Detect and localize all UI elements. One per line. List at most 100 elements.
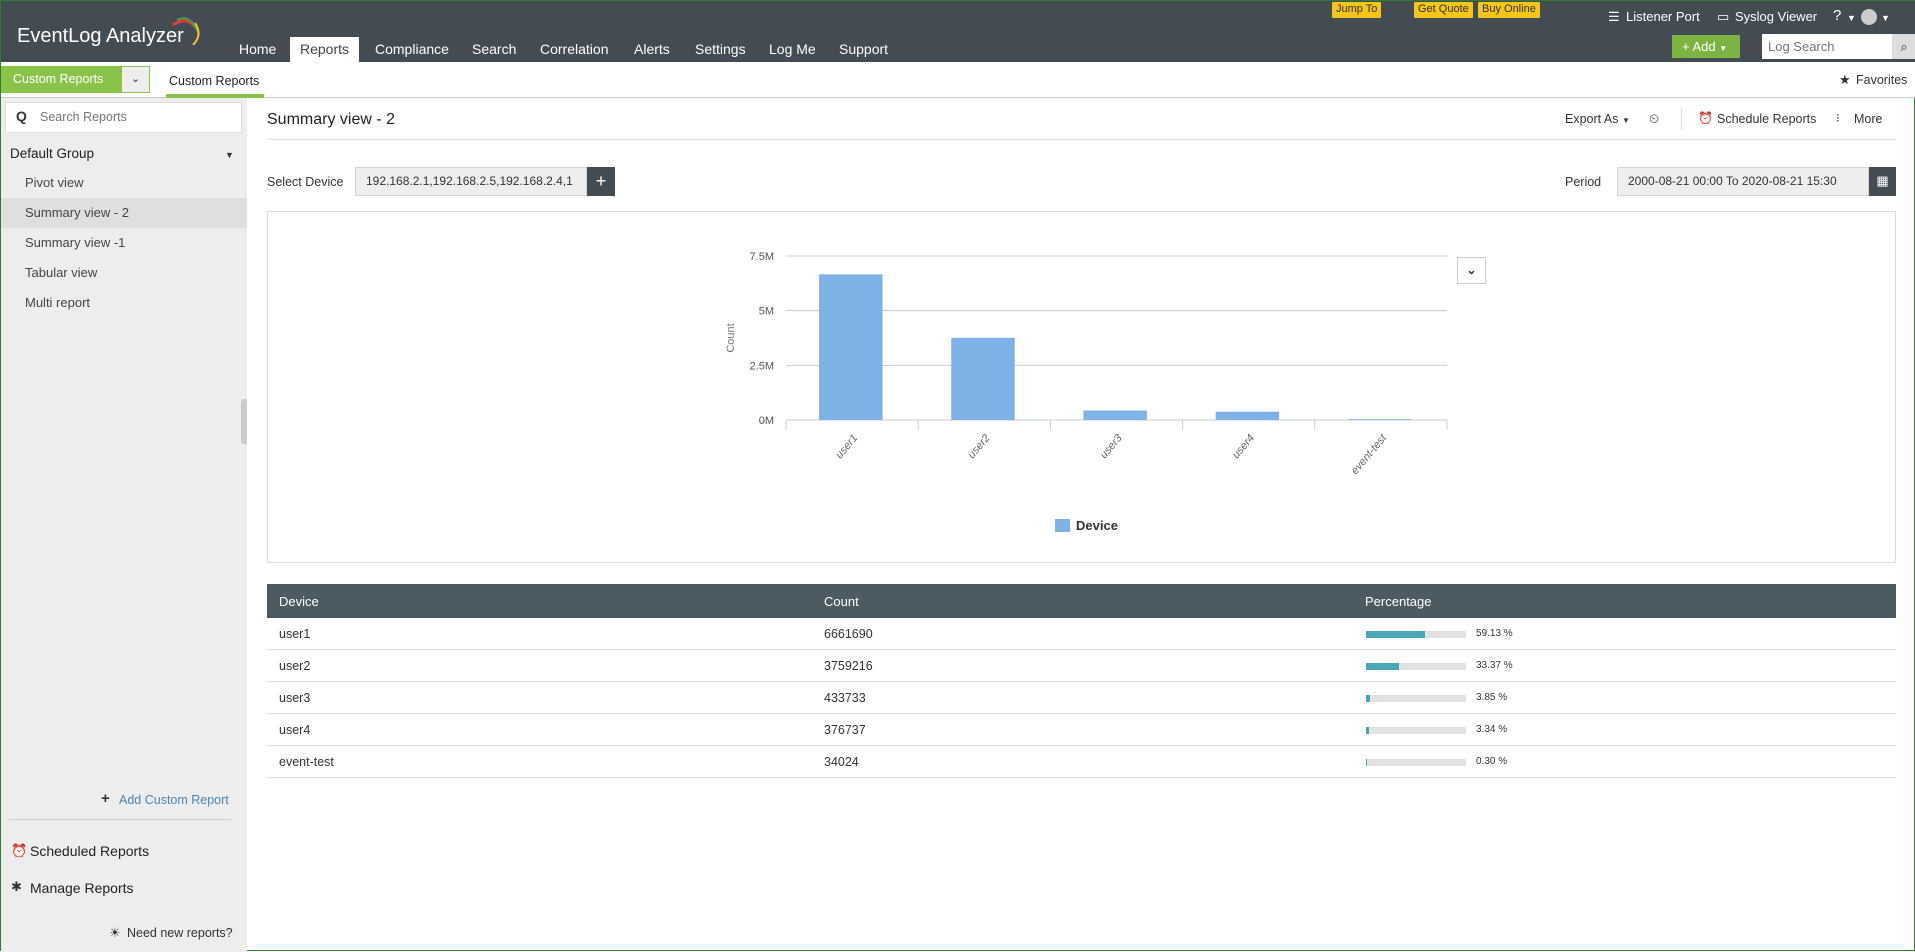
app-logo: EventLog Analyzer bbox=[17, 25, 184, 48]
add-button[interactable]: + Add ▼ bbox=[1672, 35, 1740, 58]
col-percentage[interactable]: Percentage bbox=[1365, 594, 1432, 609]
log-search-input[interactable] bbox=[1762, 34, 1892, 59]
cell-count: 6661690 bbox=[824, 627, 873, 641]
report-category-selector[interactable]: Custom Reports bbox=[1, 66, 121, 93]
alarm-clock-icon: ⏰ bbox=[1698, 111, 1713, 125]
search-reports-input[interactable] bbox=[40, 107, 230, 127]
add-device-button[interactable]: + bbox=[587, 167, 615, 196]
search-reports-field[interactable]: Q bbox=[5, 102, 242, 133]
select-device-input[interactable]: 192.168.2.1,192.168.2.5,192.168.2.4,1 bbox=[355, 167, 587, 196]
export-as-label: Export As bbox=[1565, 112, 1619, 126]
bar-user2 bbox=[951, 338, 1014, 420]
schedule-history-icon[interactable]: ⏲ bbox=[1649, 111, 1659, 127]
user-avatar-icon[interactable] bbox=[1861, 9, 1877, 25]
sidebar-item-pivot-view[interactable]: Pivot view bbox=[1, 168, 247, 198]
chart-options-chevron-icon[interactable]: ⌄ bbox=[1457, 257, 1486, 284]
gear-icon: ✱ bbox=[11, 879, 22, 895]
table-row: user2 3759216 33.37 % bbox=[267, 650, 1896, 682]
nav-correlation[interactable]: Correlation bbox=[540, 37, 608, 62]
percentage-bar bbox=[1366, 695, 1466, 702]
logo-arc-icon bbox=[169, 15, 203, 45]
manage-reports-link[interactable]: Manage Reports bbox=[30, 880, 134, 896]
help-button[interactable]: ? bbox=[1833, 7, 1841, 24]
bar-event-test bbox=[1348, 419, 1411, 420]
percentage-bar bbox=[1366, 663, 1466, 670]
percentage-bar bbox=[1366, 727, 1466, 734]
x-tick-label: user4 bbox=[1230, 432, 1257, 461]
more-button[interactable]: More bbox=[1854, 112, 1882, 126]
percentage-bar-fill bbox=[1366, 631, 1425, 638]
percentage-bar bbox=[1366, 759, 1466, 766]
cell-percentage: 0.30 % bbox=[1476, 756, 1507, 767]
nav-support[interactable]: Support bbox=[839, 37, 888, 62]
cell-percentage: 33.37 % bbox=[1476, 660, 1513, 671]
sidebar-item-summary-view-1[interactable]: Summary view -1 bbox=[1, 228, 247, 258]
percentage-bar-fill bbox=[1366, 663, 1399, 670]
export-as-button[interactable]: Export As ▼ bbox=[1565, 112, 1630, 126]
period-input[interactable]: 2000-08-21 00:00 To 2020-08-21 15:30 bbox=[1617, 167, 1869, 196]
sub-header bbox=[1, 62, 1915, 98]
cell-percentage: 3.85 % bbox=[1476, 692, 1507, 703]
x-tick-label: event-test bbox=[1349, 431, 1390, 476]
cell-device: user3 bbox=[279, 691, 310, 705]
y-tick-label: 2.5M bbox=[750, 360, 774, 372]
schedule-reports-button[interactable]: Schedule Reports bbox=[1717, 112, 1816, 126]
nav-compliance[interactable]: Compliance bbox=[375, 37, 449, 62]
col-device[interactable]: Device bbox=[279, 594, 319, 609]
y-tick-label: 5M bbox=[759, 306, 774, 318]
col-count[interactable]: Count bbox=[824, 594, 859, 609]
cell-count: 34024 bbox=[824, 755, 859, 769]
need-new-reports-link[interactable]: Need new reports? bbox=[127, 926, 233, 940]
chevron-down-icon[interactable]: ⌄ bbox=[121, 66, 150, 93]
y-axis-label: Count bbox=[725, 323, 737, 352]
period-label: Period bbox=[1565, 175, 1601, 189]
sidebar-collapse-handle[interactable] bbox=[241, 399, 247, 444]
sidebar-item-summary-view-2[interactable]: Summary view - 2 bbox=[1, 198, 247, 228]
cell-count: 3759216 bbox=[824, 659, 873, 673]
sidebar-item-tabular-view[interactable]: Tabular view bbox=[1, 258, 247, 288]
nav-log-me[interactable]: Log Me bbox=[769, 37, 816, 62]
lightbulb-icon: ☀ bbox=[109, 925, 121, 941]
y-tick-label: 0M bbox=[759, 415, 774, 427]
divider bbox=[9, 819, 231, 820]
add-custom-report-link[interactable]: Add Custom Report bbox=[119, 793, 229, 807]
cell-device: event-test bbox=[279, 755, 334, 769]
cell-count: 376737 bbox=[824, 723, 866, 737]
x-tick-label: user3 bbox=[1098, 432, 1125, 461]
cell-device: user1 bbox=[279, 627, 310, 641]
syslog-viewer-link[interactable]: Syslog Viewer bbox=[1735, 9, 1817, 24]
get-quote-button[interactable]: Get Quote bbox=[1414, 2, 1473, 18]
cell-count: 433733 bbox=[824, 691, 866, 705]
search-icon: Q bbox=[16, 108, 27, 124]
cell-device: user2 bbox=[279, 659, 310, 673]
chevron-down-icon: ▼ bbox=[1847, 13, 1856, 23]
chevron-down-icon: ▼ bbox=[1719, 44, 1727, 53]
x-tick-label: user2 bbox=[966, 432, 993, 461]
buy-online-button[interactable]: Buy Online bbox=[1478, 2, 1540, 18]
bar-chart: 0M2.5M5M7.5Muser1user2user3user4event-te… bbox=[267, 211, 1896, 563]
cell-percentage: 3.34 % bbox=[1476, 724, 1507, 735]
nav-reports[interactable]: Reports bbox=[290, 37, 359, 62]
percentage-bar-fill bbox=[1366, 695, 1370, 702]
caret-down-icon[interactable]: ▼ bbox=[225, 150, 234, 160]
nav-alerts[interactable]: Alerts bbox=[634, 37, 670, 62]
group-heading[interactable]: Default Group bbox=[10, 146, 94, 161]
legend-swatch bbox=[1055, 519, 1070, 532]
search-icon[interactable]: ⌕ bbox=[1892, 34, 1915, 59]
percentage-bar-fill bbox=[1366, 727, 1369, 734]
nav-settings[interactable]: Settings bbox=[695, 37, 746, 62]
select-device-label: Select Device bbox=[267, 175, 343, 189]
add-label: + Add bbox=[1682, 39, 1716, 54]
jump-to-button[interactable]: Jump To bbox=[1332, 2, 1381, 18]
table-row: event-test 34024 0.30 % bbox=[267, 746, 1896, 778]
scheduled-reports-link[interactable]: Scheduled Reports bbox=[30, 843, 149, 859]
listener-port-link[interactable]: Listener Port bbox=[1626, 9, 1700, 24]
nav-search[interactable]: Search bbox=[472, 37, 516, 62]
tab-custom-reports[interactable]: Custom Reports bbox=[169, 74, 259, 88]
favorites-link[interactable]: Favorites bbox=[1856, 73, 1907, 87]
cell-device: user4 bbox=[279, 723, 310, 737]
sidebar-item-multi-report[interactable]: Multi report bbox=[1, 288, 247, 318]
chevron-down-icon: ▼ bbox=[1881, 13, 1890, 23]
calendar-icon[interactable]: ▦ bbox=[1869, 167, 1896, 196]
nav-home[interactable]: Home bbox=[239, 37, 276, 62]
